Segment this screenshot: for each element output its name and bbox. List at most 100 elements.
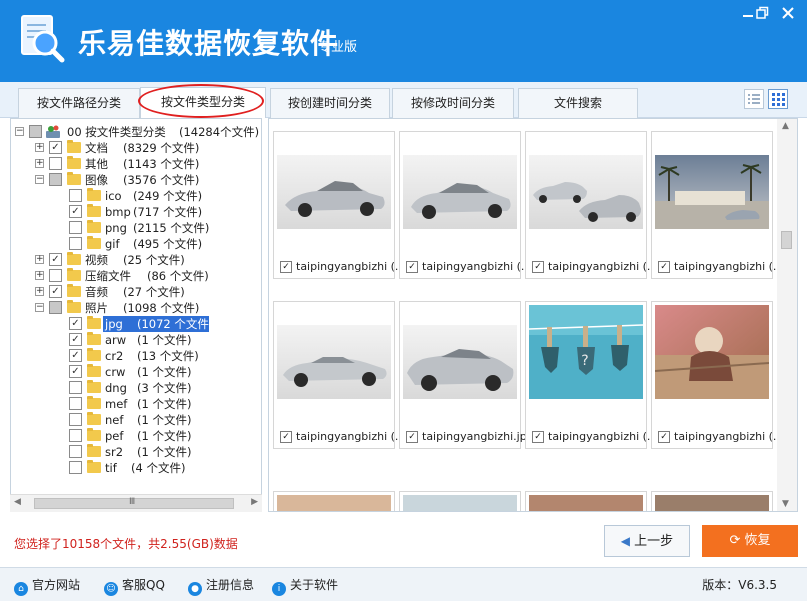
checkbox[interactable] (69, 221, 82, 234)
collapse-icon[interactable]: − (35, 175, 44, 184)
file-card[interactable]: ✓ taipingyangbizhi (... (399, 131, 531, 279)
file-card[interactable] (273, 491, 395, 511)
scrollbar-thumb[interactable] (781, 231, 792, 249)
checkbox[interactable]: ✓ (658, 431, 670, 443)
file-caption[interactable]: ✓ taipingyangbizhi.jpg (406, 430, 534, 443)
checkbox[interactable]: ✓ (49, 253, 62, 266)
file-card[interactable]: ✓ taipingyangbizhi (... (525, 131, 657, 279)
tree-item-crw[interactable]: ✓ crw (1 个文件) (11, 364, 261, 380)
file-caption[interactable]: ✓ taipingyangbizhi (... (658, 430, 783, 443)
checkbox[interactable]: ✓ (532, 261, 544, 273)
checkbox[interactable]: ✓ (532, 431, 544, 443)
checkbox[interactable] (69, 413, 82, 426)
file-caption[interactable]: ✓ taipingyangbizhi (... (280, 430, 405, 443)
tree-item-arw[interactable]: ✓ arw (1 个文件) (11, 332, 261, 348)
tree-item-png[interactable]: png (2115 个文件) (11, 220, 261, 236)
collapse-icon[interactable]: − (15, 127, 24, 136)
previous-step-button[interactable]: ◀ 上一步 (604, 525, 690, 557)
tree-item-tif[interactable]: tif (4 个文件) (11, 460, 261, 476)
tab-file-search[interactable]: 文件搜索 (518, 88, 638, 118)
about-software-link[interactable]: i 关于软件 (272, 576, 338, 596)
checkbox[interactable] (49, 173, 62, 186)
tree-item-other[interactable]: + 其他 (1143 个文件) (11, 156, 261, 172)
recover-button[interactable]: ⟳ 恢复 (702, 525, 798, 557)
list-view-icon[interactable] (744, 89, 764, 109)
checkbox[interactable] (69, 397, 82, 410)
file-caption[interactable]: ✓ taipingyangbizhi (... (280, 260, 405, 273)
tree-horizontal-scrollbar[interactable]: ◀ Ⅲ ▶ (10, 494, 262, 512)
tab-by-type[interactable]: 按文件类型分类 (140, 87, 266, 118)
tree-item-mef[interactable]: mef (1 个文件) (11, 396, 261, 412)
tree-item-gif[interactable]: gif (495 个文件) (11, 236, 261, 252)
checkbox[interactable] (29, 125, 42, 138)
checkbox[interactable]: ✓ (280, 431, 292, 443)
scroll-left-icon[interactable]: ◀ (14, 497, 21, 507)
checkbox[interactable]: ✓ (69, 205, 82, 218)
file-card[interactable]: ✓ taipingyangbizhi (... (273, 131, 405, 279)
file-caption[interactable]: ✓ taipingyangbizhi (... (658, 260, 783, 273)
tree-item-archives[interactable]: + 压缩文件 (86 个文件) (11, 268, 261, 284)
scrollbar-thumb[interactable]: Ⅲ (34, 497, 234, 509)
scroll-up-icon[interactable]: ▲ (782, 121, 789, 131)
file-caption[interactable]: ✓ taipingyangbizhi (... (532, 430, 657, 443)
tree-item-video[interactable]: + ✓ 视频 (25 个文件) (11, 252, 261, 268)
grid-vertical-scrollbar[interactable]: ▲ ▼ (777, 119, 797, 511)
expand-icon[interactable]: + (35, 255, 44, 264)
checkbox[interactable]: ✓ (49, 141, 62, 154)
tree-item-bmp[interactable]: ✓ bmp (717 个文件) (11, 204, 261, 220)
expand-icon[interactable]: + (35, 271, 44, 280)
expand-icon[interactable]: + (35, 159, 44, 168)
checkbox[interactable]: ✓ (658, 261, 670, 273)
scroll-down-icon[interactable]: ▼ (782, 499, 789, 509)
checkbox[interactable]: ✓ (69, 365, 82, 378)
checkbox[interactable]: ✓ (406, 431, 418, 443)
tree-item-dng[interactable]: dng (3 个文件) (11, 380, 261, 396)
tab-by-path[interactable]: 按文件路径分类 (18, 88, 140, 118)
file-card[interactable] (525, 491, 647, 511)
checkbox[interactable] (69, 381, 82, 394)
file-card[interactable]: ✓ taipingyangbizhi (... (273, 301, 405, 449)
checkbox[interactable]: ✓ (69, 317, 82, 330)
tree-item-pef[interactable]: pef (1 个文件) (11, 428, 261, 444)
tree-item-jpg[interactable]: ✓ jpg (1072 个文件) (11, 316, 261, 332)
file-card[interactable]: ✓ taipingyangbizhi.jpg (399, 301, 534, 449)
tab-by-created-time[interactable]: 按创建时间分类 (270, 88, 390, 118)
tree-root[interactable]: − 00 按文件类型分类 (14284个文件) (11, 124, 261, 140)
checkbox[interactable] (69, 461, 82, 474)
checkbox[interactable] (69, 445, 82, 458)
tree-item-documents[interactable]: + ✓ 文档 (8329 个文件) (11, 140, 261, 156)
file-card[interactable] (651, 491, 773, 511)
checkbox[interactable] (49, 301, 62, 314)
grid-view-icon[interactable] (768, 89, 788, 109)
checkbox[interactable]: ✓ (69, 349, 82, 362)
file-caption[interactable]: ✓ taipingyangbizhi (... (406, 260, 531, 273)
tree-item-cr2[interactable]: ✓ cr2 (13 个文件) (11, 348, 261, 364)
tab-by-modified-time[interactable]: 按修改时间分类 (392, 88, 514, 118)
tree-item-nef[interactable]: nef (1 个文件) (11, 412, 261, 428)
checkbox[interactable] (69, 189, 82, 202)
checkbox[interactable]: ✓ (49, 285, 62, 298)
scroll-right-icon[interactable]: ▶ (251, 497, 258, 507)
close-icon[interactable] (778, 6, 798, 24)
tree-item-audio[interactable]: + ✓ 音频 (27 个文件) (11, 284, 261, 300)
tree-item-photos[interactable]: − 照片 (1098 个文件) (11, 300, 261, 316)
expand-icon[interactable]: + (35, 143, 44, 152)
checkbox[interactable] (69, 237, 82, 250)
tree-item-ico[interactable]: ico (249 个文件) (11, 188, 261, 204)
file-card[interactable]: ✓ taipingyangbizhi (... (651, 131, 783, 279)
file-card[interactable]: ✓ taipingyangbizhi (... (651, 301, 783, 449)
checkbox[interactable]: ✓ (280, 261, 292, 273)
checkbox[interactable] (49, 269, 62, 282)
checkbox[interactable] (49, 157, 62, 170)
file-caption[interactable]: ✓ taipingyangbizhi (... (532, 260, 657, 273)
support-qq-link[interactable]: ☺ 客服QQ (104, 576, 165, 596)
restore-icon[interactable] (752, 6, 772, 24)
tree-item-sr2[interactable]: sr2 (1 个文件) (11, 444, 261, 460)
file-card[interactable]: ? ✓ taipingyangbizhi (... (525, 301, 657, 449)
checkbox[interactable] (69, 429, 82, 442)
tree-item-images[interactable]: − 图像 (3576 个文件) (11, 172, 261, 188)
checkbox[interactable]: ✓ (406, 261, 418, 273)
official-site-link[interactable]: ⌂ 官方网站 (14, 576, 80, 596)
checkbox[interactable]: ✓ (69, 333, 82, 346)
expand-icon[interactable]: + (35, 287, 44, 296)
